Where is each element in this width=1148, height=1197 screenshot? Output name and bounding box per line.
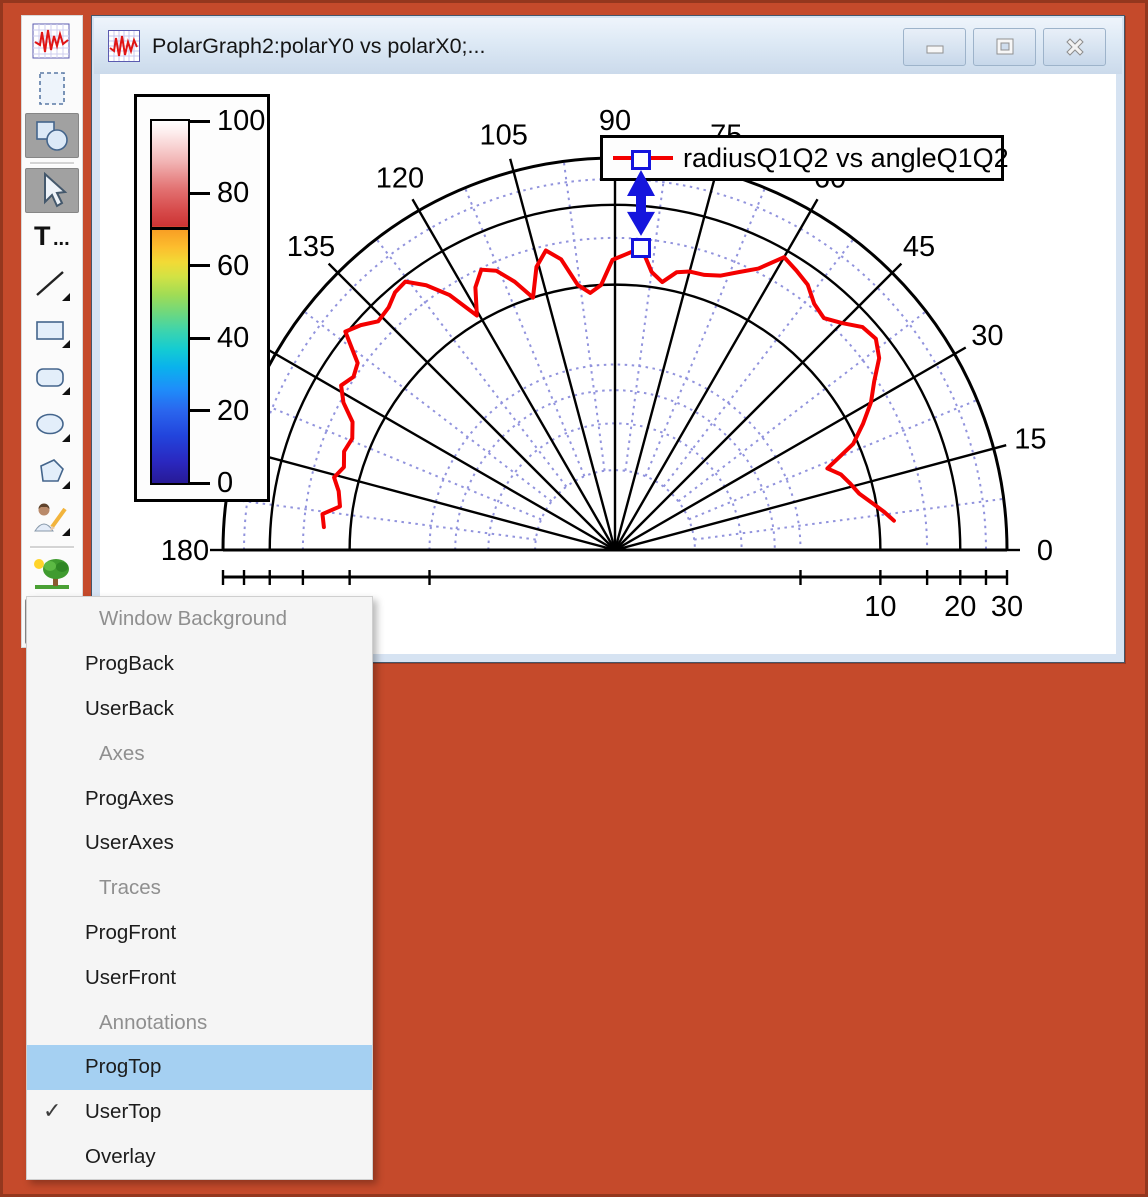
- line-icon: [32, 266, 72, 304]
- svg-text:0: 0: [1037, 535, 1053, 567]
- rounded-rectangle-tool-button[interactable]: [25, 356, 79, 401]
- colorbar-tick: [188, 120, 210, 123]
- picture-tool-button[interactable]: [25, 552, 79, 597]
- colorbar-tick: [188, 337, 210, 340]
- menu-item-label: Overlay: [85, 1145, 156, 1169]
- svg-text:15: 15: [1014, 424, 1046, 456]
- colorbar-tick-label: 20: [217, 395, 249, 428]
- rectangle-icon: [32, 313, 72, 351]
- menu-item-label: UserTop: [85, 1100, 161, 1124]
- colorbar-tick: [188, 264, 210, 267]
- tree-icon: [32, 556, 72, 594]
- menu-item-label: ProgAxes: [85, 787, 174, 811]
- legend[interactable]: radiusQ1Q2 vs angleQ1Q2: [600, 135, 1004, 181]
- svg-text:10: 10: [864, 591, 896, 623]
- waveform-icon: [32, 23, 72, 61]
- svg-text:135: 135: [287, 231, 335, 263]
- color-scale[interactable]: 0 20 40 60 80 100: [134, 94, 270, 502]
- ellipse-icon: [32, 407, 72, 445]
- text-icon: T...: [32, 219, 72, 257]
- graph-tool-button[interactable]: [25, 19, 79, 64]
- graph-content: 0153045607590105120135150165180102030 02…: [100, 74, 1116, 654]
- window-title: PolarGraph2:polarY0 vs polarX0;...: [152, 34, 485, 59]
- legend-trace-sample: [613, 156, 673, 160]
- svg-text:90: 90: [599, 105, 631, 137]
- colorbar-tick: [188, 192, 210, 195]
- dashed-rect-icon: [32, 70, 72, 108]
- menu-item-axes: Axes: [27, 731, 372, 776]
- menu-item-label: ProgFront: [85, 921, 176, 945]
- svg-text:T: T: [34, 221, 51, 251]
- menu-item-traces: Traces: [27, 866, 372, 911]
- colorbar-tick-label: 0: [217, 467, 233, 500]
- svg-text:...: ...: [53, 228, 70, 250]
- svg-text:120: 120: [376, 163, 424, 195]
- svg-text:180: 180: [161, 535, 209, 567]
- layer-context-menu: Window Background ProgBack UserBack Axes Pro…: [26, 596, 373, 1180]
- rounded-rect-icon: [32, 360, 72, 398]
- line-tool-button[interactable]: [25, 262, 79, 307]
- menu-item-label: ProgTop: [85, 1055, 161, 1079]
- draw-shapes-tool-button[interactable]: [25, 113, 79, 158]
- shapes-icon: [32, 117, 72, 155]
- menu-item-label: UserBack: [85, 697, 174, 721]
- menu-item-annotations: Annotations: [27, 1000, 372, 1045]
- select-arrow-tool-button[interactable]: [25, 168, 79, 213]
- ellipse-tool-button[interactable]: [25, 403, 79, 448]
- titlebar[interactable]: PolarGraph2:polarY0 vs polarX0;...: [94, 18, 1122, 74]
- graph-window-icon: [108, 30, 140, 62]
- menu-item-label: UserFront: [85, 966, 176, 990]
- colorbar-tick: [188, 409, 210, 412]
- page-layout-tool-button[interactable]: [25, 66, 79, 111]
- menu-item-window-background: Window Background: [27, 597, 372, 642]
- toolbar-separator: [22, 543, 82, 551]
- svg-text:30: 30: [971, 320, 1003, 352]
- legend-label: radiusQ1Q2 vs angleQ1Q2: [683, 143, 1009, 174]
- colorbar-tick-label: 100: [217, 105, 265, 138]
- color-scale-bar: [150, 119, 190, 485]
- menu-item-useraxes[interactable]: UserAxes: [27, 821, 372, 866]
- checkmark-icon: ✓: [43, 1098, 61, 1124]
- menu-item-label: UserAxes: [85, 831, 174, 855]
- drawing-toolbar: T...: [21, 15, 83, 648]
- colorbar-tick: [188, 482, 210, 485]
- svg-text:45: 45: [903, 231, 935, 263]
- maximize-button[interactable]: [973, 28, 1036, 66]
- menu-item-progfront[interactable]: ProgFront: [27, 911, 372, 956]
- polygon-icon: [32, 454, 72, 492]
- svg-text:105: 105: [480, 120, 528, 152]
- close-button[interactable]: [1043, 28, 1106, 66]
- text-tool-button[interactable]: T...: [25, 215, 79, 260]
- colorbar-tick-label: 80: [217, 177, 249, 210]
- menu-item-progaxes[interactable]: ProgAxes: [27, 776, 372, 821]
- menu-item-userback[interactable]: UserBack: [27, 687, 372, 732]
- window-controls: [903, 28, 1106, 66]
- desktop: T... PolarGraph2:polarY0 vs polarX0;...: [0, 0, 1148, 1197]
- svg-text:30: 30: [991, 591, 1023, 623]
- menu-item-usertop[interactable]: ✓ UserTop: [27, 1090, 372, 1135]
- polar-graph-window: PolarGraph2:polarY0 vs polarX0;... 0 15 30…: [91, 15, 1125, 663]
- arrow-cursor-icon: [32, 172, 72, 210]
- minimize-button[interactable]: [903, 28, 966, 66]
- freehand-draw-tool-button[interactable]: [25, 497, 79, 542]
- menu-item-overlay[interactable]: Overlay: [27, 1135, 372, 1180]
- menu-item-label: Axes: [99, 742, 145, 766]
- menu-item-userfront[interactable]: UserFront: [27, 955, 372, 1000]
- menu-item-label: Traces: [99, 876, 161, 900]
- colorbar-tick-label: 60: [217, 250, 249, 283]
- person-pencil-icon: [32, 501, 72, 539]
- toolbar-separator: [22, 159, 82, 167]
- menu-item-progtop[interactable]: ProgTop: [27, 1045, 372, 1090]
- colorbar-tick-label: 40: [217, 322, 249, 355]
- menu-item-label: Window Background: [99, 607, 287, 631]
- menu-item-progback[interactable]: ProgBack: [27, 642, 372, 687]
- colorbar-divider: [152, 227, 188, 230]
- rectangle-tool-button[interactable]: [25, 309, 79, 354]
- menu-item-label: Annotations: [99, 1011, 207, 1035]
- menu-item-label: ProgBack: [85, 652, 174, 676]
- polygon-tool-button[interactable]: [25, 450, 79, 495]
- svg-text:20: 20: [944, 591, 976, 623]
